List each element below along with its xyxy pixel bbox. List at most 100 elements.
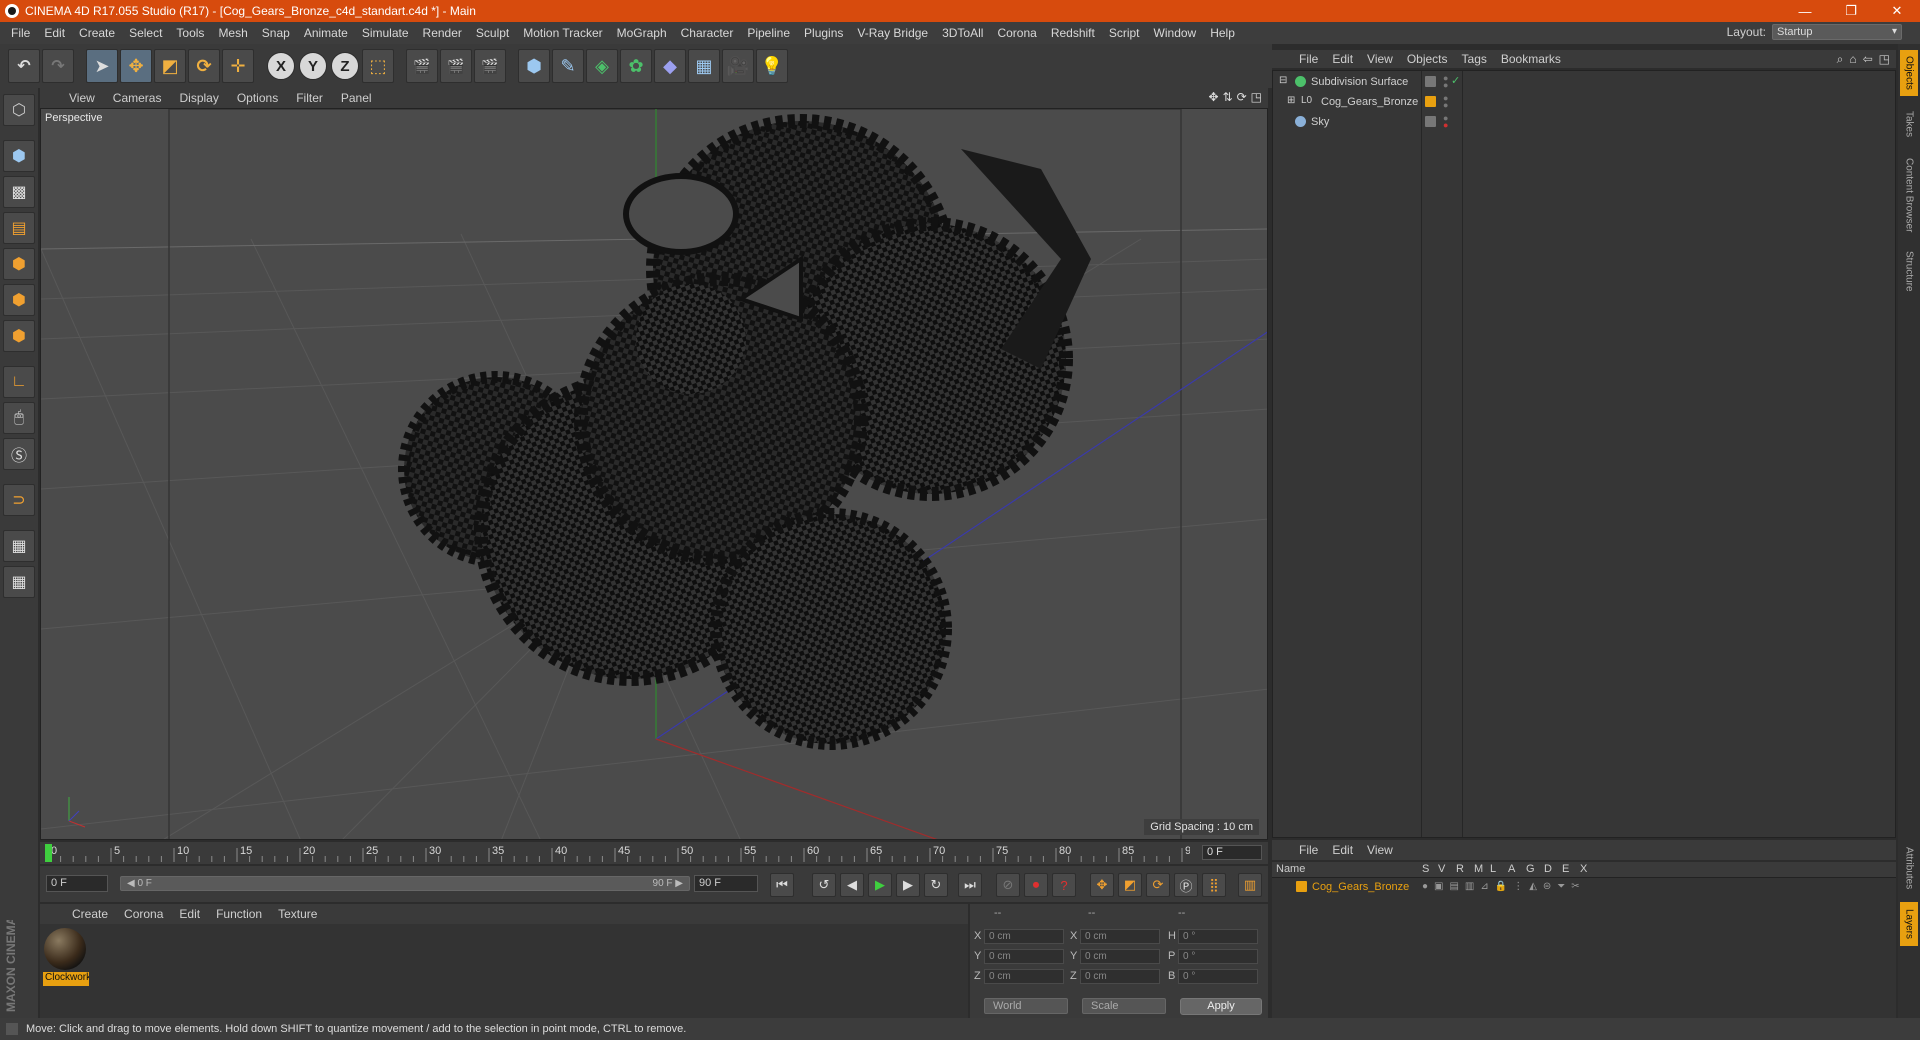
rotation-p-field[interactable]: 0 °	[1178, 949, 1258, 964]
menu-3dtoall[interactable]: 3DToAll	[935, 26, 990, 40]
object-row-cog-gears[interactable]: ⊞ L0 Cog_Gears_Bronze ● ●	[1273, 93, 1895, 111]
workplane-lock-icon[interactable]: ▦	[3, 530, 35, 562]
polygons-mode-icon[interactable]: ⬢	[3, 320, 35, 352]
undo-icon[interactable]: ↶	[8, 49, 40, 83]
menu-character[interactable]: Character	[674, 26, 741, 40]
mat-menu-function[interactable]: Function	[208, 907, 270, 921]
texture-mode-icon[interactable]: ▩	[3, 176, 35, 208]
pen-spline-icon[interactable]: ✎	[552, 49, 584, 83]
timeline-ruler[interactable]: 051015202530354045505560657075808590 0 F	[40, 842, 1268, 864]
menu-help[interactable]: Help	[1203, 26, 1242, 40]
menu-pipeline[interactable]: Pipeline	[740, 26, 797, 40]
scale-icon[interactable]: ◩	[154, 49, 186, 83]
next-keyframe-icon[interactable]: ↻	[924, 873, 948, 897]
expand-toggle-icon[interactable]: ⊞	[1287, 95, 1295, 106]
layer-name[interactable]: Cog_Gears_Bronze	[1312, 881, 1409, 893]
go-to-end-icon[interactable]: ⏭	[958, 873, 982, 897]
menu-edit[interactable]: Edit	[37, 26, 72, 40]
end-frame-field[interactable]: 90 F	[694, 875, 758, 892]
coordinate-system-dropdown[interactable]: World	[984, 998, 1068, 1014]
menu-motion-tracker[interactable]: Motion Tracker	[516, 26, 609, 40]
next-frame-icon[interactable]: ▶	[896, 873, 920, 897]
record-scale-icon[interactable]: ◩	[1118, 873, 1142, 897]
previous-keyframe-icon[interactable]: ↺	[812, 873, 836, 897]
tab-layers[interactable]: Layers	[1900, 902, 1918, 946]
tweak-mode-icon[interactable]: 🖱	[3, 402, 35, 434]
layer-color-icon[interactable]	[1425, 96, 1436, 107]
visibility-dots-icon[interactable]: ● ●	[1443, 114, 1448, 130]
render-settings-icon[interactable]: 🎬	[474, 49, 506, 83]
menu-simulate[interactable]: Simulate	[355, 26, 416, 40]
current-frame-field[interactable]: 0 F	[1202, 845, 1262, 860]
obj-menu-edit[interactable]: Edit	[1325, 52, 1360, 66]
cube-object-icon[interactable]: ⬢	[518, 49, 550, 83]
move-icon[interactable]: ✥	[120, 49, 152, 83]
enabled-check-icon[interactable]: ✓	[1451, 74, 1460, 87]
navigate-back-icon[interactable]: ⇦	[1863, 52, 1873, 67]
obj-menu-objects[interactable]: Objects	[1400, 52, 1455, 66]
previous-frame-icon[interactable]: ◀	[840, 873, 864, 897]
edges-mode-icon[interactable]: ⬢	[3, 284, 35, 316]
obj-menu-bookmarks[interactable]: Bookmarks	[1494, 52, 1568, 66]
minimize-button[interactable]: —	[1782, 0, 1828, 22]
close-button[interactable]: ✕	[1874, 0, 1920, 22]
object-row-subdivision[interactable]: ⊟ Subdivision Surface ● ● ✓	[1273, 73, 1895, 91]
mat-menu-create[interactable]: Create	[64, 907, 116, 921]
obj-menu-file[interactable]: File	[1292, 52, 1325, 66]
obj-menu-tags[interactable]: Tags	[1455, 52, 1494, 66]
menu-animate[interactable]: Animate	[297, 26, 355, 40]
make-editable-icon[interactable]: ⬡	[3, 94, 35, 126]
redo-icon[interactable]: ↷	[42, 49, 74, 83]
record-active-objects-icon[interactable]: ⏺	[1024, 873, 1048, 897]
rotation-b-field[interactable]: 0 °	[1178, 969, 1258, 984]
x-axis-lock-icon[interactable]: X	[267, 52, 295, 80]
frame-range-slider[interactable]: ◀ 0 F 90 F ▶	[120, 876, 690, 891]
menu-mesh[interactable]: Mesh	[211, 26, 254, 40]
timeline-window-icon[interactable]: ▥	[1238, 873, 1262, 897]
perspective-viewport[interactable]: Perspective Grid Spacing : 10 cm	[40, 108, 1268, 840]
magnet-icon[interactable]: ⊃	[3, 484, 35, 516]
tab-structure[interactable]: Structure	[1900, 246, 1918, 296]
layer-color-swatch[interactable]	[1296, 881, 1307, 892]
transform-icon[interactable]: ✛	[222, 49, 254, 83]
coordinate-system-icon[interactable]: ⬚	[362, 49, 394, 83]
collapse-toggle-icon[interactable]: ⊟	[1279, 75, 1287, 86]
layout-select[interactable]: Startup	[1772, 24, 1902, 40]
record-position-icon[interactable]: ✥	[1090, 873, 1114, 897]
workplane-align-icon[interactable]: ▦	[3, 566, 35, 598]
workplane-icon[interactable]: ▤	[3, 212, 35, 244]
play-icon[interactable]: ▶	[868, 873, 892, 897]
y-axis-lock-icon[interactable]: Y	[299, 52, 327, 80]
menu-file[interactable]: File	[4, 26, 37, 40]
render-picture-viewer-icon[interactable]: 🎬	[440, 49, 472, 83]
panel-layout-icon[interactable]: ◳	[1879, 52, 1890, 67]
visibility-dots-icon[interactable]: ● ●	[1443, 74, 1448, 90]
search-icon[interactable]: ⌕	[1837, 52, 1844, 67]
mat-menu-corona[interactable]: Corona	[116, 907, 171, 921]
viewport-dolly-icon[interactable]: ⇅	[1223, 90, 1233, 104]
maximize-button[interactable]: ❐	[1828, 0, 1874, 22]
tab-attributes[interactable]: Attributes	[1900, 840, 1918, 896]
layer-row[interactable]: Cog_Gears_Bronze ●▣▤▥⊿🔒⋮◭⊜⏷✂	[1272, 878, 1896, 896]
start-frame-field[interactable]: 0 F	[46, 875, 108, 892]
floor-icon[interactable]: ▦	[688, 49, 720, 83]
record-parameter-icon[interactable]: Ⓟ	[1174, 873, 1198, 897]
viewport-orbit-icon[interactable]: ⟳	[1237, 90, 1247, 104]
points-mode-icon[interactable]: ⬢	[3, 248, 35, 280]
z-axis-lock-icon[interactable]: Z	[331, 52, 359, 80]
rotation-h-field[interactable]: 0 °	[1178, 929, 1258, 944]
record-disabled-icon[interactable]: ⊘	[996, 873, 1020, 897]
obj-menu-view[interactable]: View	[1360, 52, 1400, 66]
vp-menu-view[interactable]: View	[60, 91, 104, 105]
apply-button[interactable]: Apply	[1180, 998, 1262, 1015]
menu-select[interactable]: Select	[122, 26, 169, 40]
playhead-marker[interactable]	[45, 844, 52, 862]
position-z-field[interactable]: 0 cm	[984, 969, 1064, 984]
tab-takes[interactable]: Takes	[1900, 104, 1918, 144]
light-icon[interactable]: 💡	[756, 49, 788, 83]
menu-sculpt[interactable]: Sculpt	[469, 26, 516, 40]
position-x-field[interactable]: 0 cm	[984, 929, 1064, 944]
menu-tools[interactable]: Tools	[169, 26, 211, 40]
live-selection-icon[interactable]: ➤	[86, 49, 118, 83]
size-mode-dropdown[interactable]: Scale	[1082, 998, 1166, 1014]
